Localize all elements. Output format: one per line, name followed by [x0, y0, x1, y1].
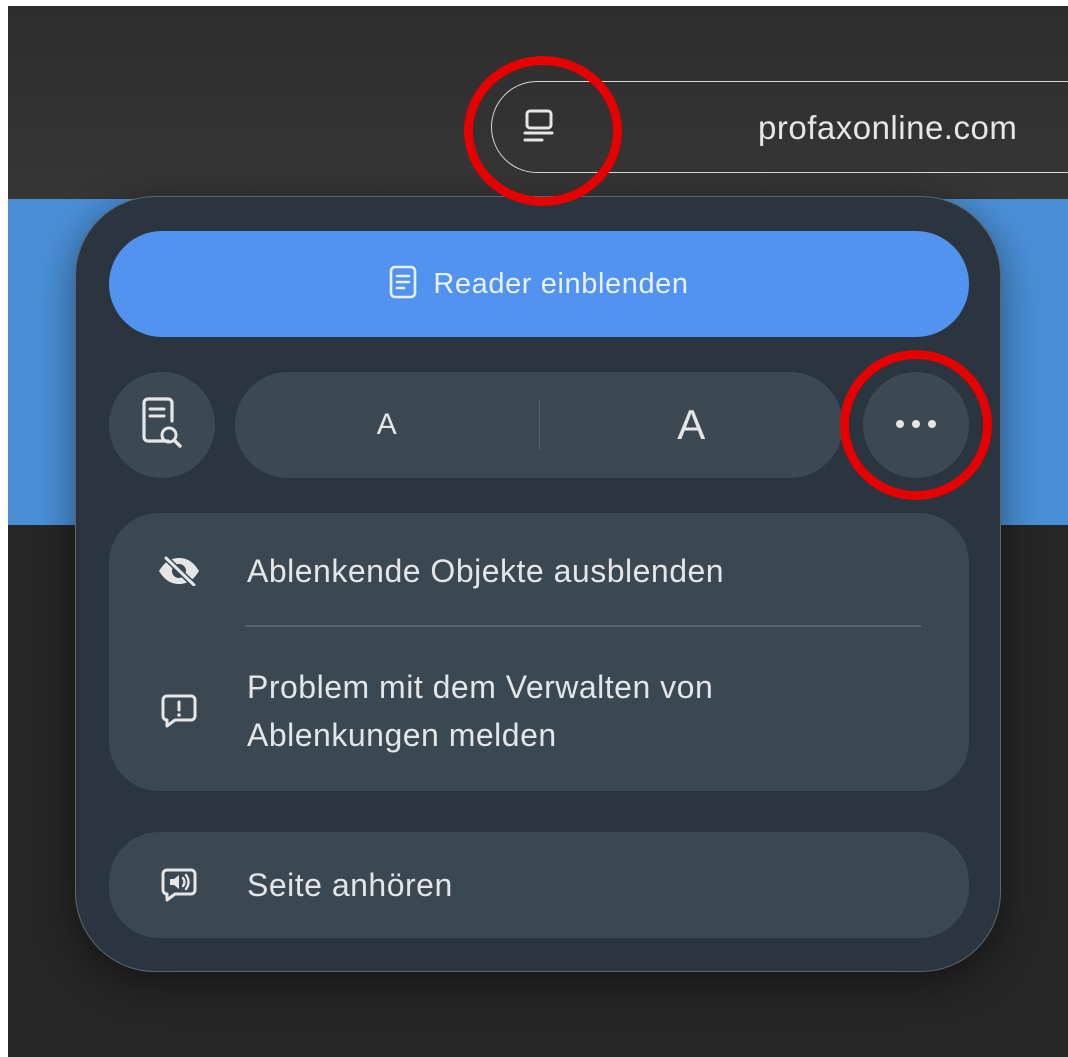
decrease-font-button[interactable]: A [235, 372, 539, 478]
eye-slash-icon [157, 556, 201, 586]
reader-popover: Reader einblenden A A Ablenkende Objekte… [75, 196, 1001, 972]
increase-font-button[interactable]: A [540, 372, 844, 478]
listen-group: Seite anhören [109, 832, 969, 938]
address-bar-url: profaxonline.com [758, 109, 1018, 146]
document-search-icon [138, 395, 186, 456]
document-icon [389, 265, 417, 304]
font-small-label: A [376, 408, 397, 441]
speaker-bubble-icon [157, 867, 201, 903]
show-reader-label: Reader einblenden [433, 267, 689, 300]
hide-distracting-items-row[interactable]: Ablenkende Objekte ausblenden [109, 543, 969, 599]
show-reader-button[interactable]: Reader einblenden [109, 231, 969, 337]
distraction-menu-group: Ablenkende Objekte ausblenden Problem mi… [109, 513, 969, 791]
ellipsis-icon [894, 416, 938, 434]
report-distraction-problem-row[interactable]: Problem mit dem Verwalten von Ablenkunge… [109, 661, 969, 761]
report-bubble-icon [157, 693, 201, 729]
summarize-page-button[interactable] [109, 372, 215, 478]
font-size-control: A A [235, 372, 843, 478]
report-problem-line-1: Problem mit dem Verwalten von [247, 669, 714, 705]
listen-to-page-label: Seite anhören [247, 867, 453, 903]
more-options-button[interactable] [863, 372, 969, 478]
listen-to-page-row[interactable]: Seite anhören [109, 857, 969, 913]
report-problem-line-2: Ablenkungen melden [247, 717, 557, 753]
browser-screen: profaxonline.com Reader einblenden A A A… [8, 6, 1068, 1057]
font-large-label: A [677, 401, 706, 448]
hide-distracting-items-label: Ablenkende Objekte ausblenden [247, 553, 725, 589]
report-problem-label: Problem mit dem Verwalten von Ablenkunge… [247, 663, 713, 759]
reader-mode-icon [520, 107, 560, 152]
reader-mode-toolbar-button[interactable] [513, 102, 567, 156]
menu-divider [245, 625, 921, 627]
